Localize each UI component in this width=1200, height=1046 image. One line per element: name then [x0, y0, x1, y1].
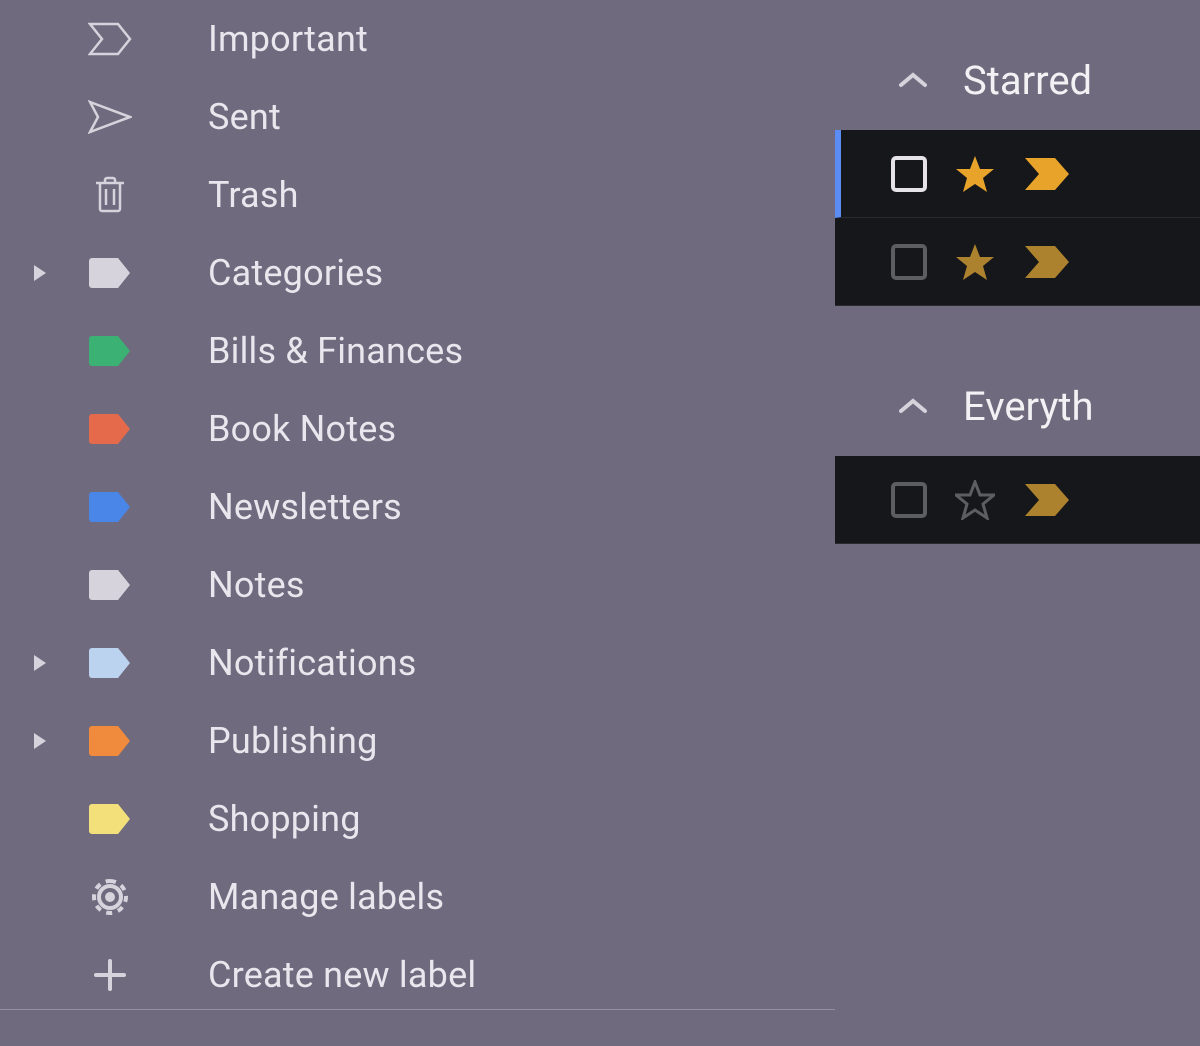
- sidebar-item-label: Notifications: [208, 642, 417, 684]
- important-icon[interactable]: [1023, 482, 1071, 518]
- label-icon: [88, 646, 132, 680]
- star-outline-icon[interactable]: [955, 480, 995, 520]
- expand-icon[interactable]: [32, 653, 48, 673]
- label-icon: [88, 412, 132, 446]
- message-list-everything: [835, 456, 1200, 544]
- chevron-up-icon[interactable]: [899, 71, 927, 89]
- sidebar-item-label: Trash: [208, 174, 299, 216]
- sidebar: Important Sent Trash: [0, 0, 835, 1046]
- sidebar-item-label: Manage labels: [208, 876, 444, 918]
- expand-icon[interactable]: [32, 263, 48, 283]
- message-panel: Starred: [835, 0, 1200, 1046]
- plus-icon: [92, 957, 128, 993]
- sidebar-item-label: Notes: [208, 564, 305, 606]
- sidebar-item-important[interactable]: Important: [0, 0, 835, 78]
- section-header-starred[interactable]: Starred: [835, 40, 1200, 120]
- sent-icon: [88, 100, 132, 134]
- important-icon: [88, 22, 132, 56]
- message-row[interactable]: [835, 456, 1200, 544]
- label-icon: [88, 568, 132, 602]
- sidebar-item-book-notes[interactable]: Book Notes: [0, 390, 835, 468]
- sidebar-item-label: Newsletters: [208, 486, 402, 528]
- expand-icon[interactable]: [32, 731, 48, 751]
- label-icon: [88, 334, 132, 368]
- sidebar-item-sent[interactable]: Sent: [0, 78, 835, 156]
- sidebar-item-label: Book Notes: [208, 408, 396, 450]
- gear-icon: [90, 877, 130, 917]
- section-header-everything[interactable]: Everyth: [835, 366, 1200, 446]
- sidebar-item-categories[interactable]: Categories: [0, 234, 835, 312]
- trash-icon: [92, 175, 128, 215]
- star-icon[interactable]: [955, 242, 995, 282]
- label-icon: [88, 724, 132, 758]
- sidebar-item-label: Bills & Finances: [208, 330, 463, 372]
- section-title: Everyth: [963, 383, 1094, 430]
- label-icon: [88, 256, 132, 290]
- star-icon[interactable]: [955, 154, 995, 194]
- chevron-up-icon[interactable]: [899, 397, 927, 415]
- important-icon[interactable]: [1023, 156, 1071, 192]
- sidebar-item-label: Sent: [208, 96, 281, 138]
- checkbox[interactable]: [891, 482, 927, 518]
- message-row[interactable]: [835, 130, 1200, 218]
- sidebar-item-manage-labels[interactable]: Manage labels: [0, 858, 835, 936]
- sidebar-item-notifications[interactable]: Notifications: [0, 624, 835, 702]
- sidebar-item-shopping[interactable]: Shopping: [0, 780, 835, 858]
- sidebar-item-notes[interactable]: Notes: [0, 546, 835, 624]
- sidebar-item-label: Publishing: [208, 720, 378, 762]
- checkbox[interactable]: [891, 156, 927, 192]
- sidebar-item-label: Categories: [208, 252, 383, 294]
- important-icon[interactable]: [1023, 244, 1071, 280]
- sidebar-item-label: Create new label: [208, 954, 476, 996]
- sidebar-item-label: Shopping: [208, 798, 361, 840]
- message-row[interactable]: [835, 218, 1200, 306]
- sidebar-item-publishing[interactable]: Publishing: [0, 702, 835, 780]
- sidebar-item-bills-finances[interactable]: Bills & Finances: [0, 312, 835, 390]
- label-icon: [88, 802, 132, 836]
- sidebar-item-label: Important: [208, 18, 368, 60]
- sidebar-item-newsletters[interactable]: Newsletters: [0, 468, 835, 546]
- sidebar-item-create-new-label[interactable]: Create new label: [0, 936, 835, 1014]
- sidebar-divider: [0, 1009, 835, 1010]
- checkbox[interactable]: [891, 244, 927, 280]
- message-list-starred: [835, 130, 1200, 306]
- section-title: Starred: [963, 57, 1092, 104]
- sidebar-item-trash[interactable]: Trash: [0, 156, 835, 234]
- label-icon: [88, 490, 132, 524]
